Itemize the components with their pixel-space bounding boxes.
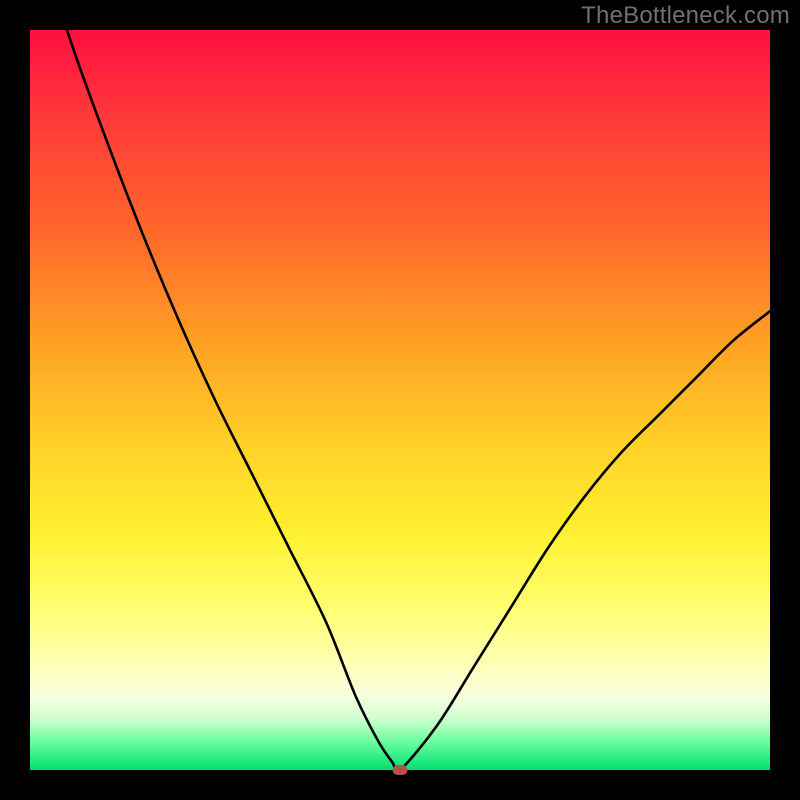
chart-frame: TheBottleneck.com	[0, 0, 800, 800]
watermark-text: TheBottleneck.com	[581, 2, 790, 30]
min-point-marker	[393, 765, 408, 775]
plot-area	[30, 30, 770, 770]
bottleneck-curve	[30, 30, 770, 770]
